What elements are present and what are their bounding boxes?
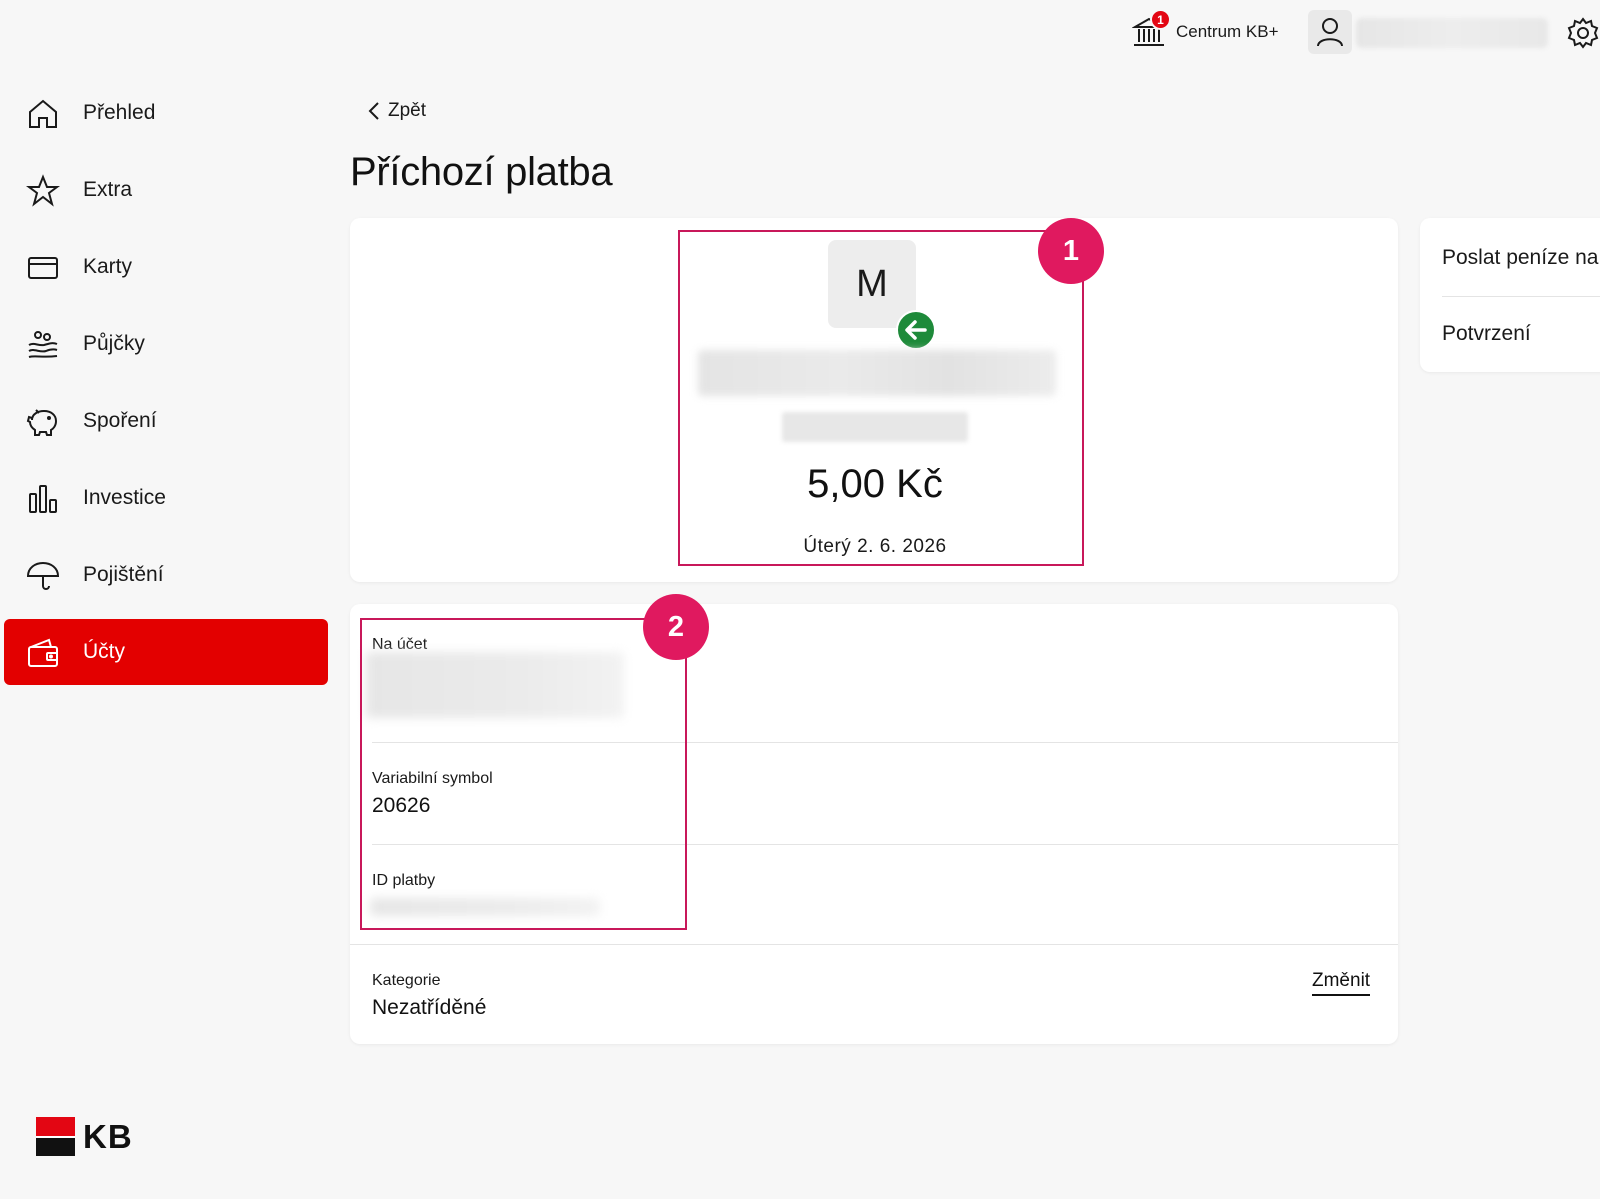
change-category-link[interactable]: Změnit bbox=[1312, 970, 1371, 996]
sidebar-item-label: Extra bbox=[83, 178, 133, 201]
account-value-redacted bbox=[366, 652, 624, 718]
card-icon bbox=[28, 257, 58, 279]
user-avatar[interactable] bbox=[1308, 10, 1352, 54]
send-money-action[interactable]: Poslat peníze na bbox=[1442, 246, 1598, 270]
sidebar-item-investice[interactable]: Investice bbox=[4, 465, 328, 531]
actions-card bbox=[1420, 218, 1600, 372]
sidebar-item-pujcky[interactable]: Půjčky bbox=[4, 311, 328, 377]
payment-id-label: ID platby bbox=[372, 872, 436, 889]
sidebar-item-sporeni[interactable]: Spoření bbox=[4, 388, 328, 454]
back-link[interactable]: Zpět bbox=[368, 100, 426, 122]
annotation-badge-1: 1 bbox=[1038, 218, 1104, 284]
category-label: Kategorie bbox=[372, 972, 441, 989]
sidebar-item-label: Investice bbox=[83, 486, 166, 509]
sidebar-item-label: Přehled bbox=[83, 101, 156, 124]
centrum-label: Centrum KB+ bbox=[1176, 22, 1279, 41]
sidebar-item-pojisteni[interactable]: Pojištění bbox=[4, 542, 328, 608]
sidebar-item-prehled[interactable]: Přehled bbox=[4, 80, 328, 146]
sidebar-item-label: Půjčky bbox=[83, 332, 145, 355]
sidebar-item-ucty[interactable]: Účty bbox=[4, 619, 328, 685]
piggy-bank-icon bbox=[26, 409, 58, 436]
centrum-kb-button[interactable]: 1 Centrum KB+ bbox=[1131, 9, 1279, 50]
page-title: Příchozí platba bbox=[350, 150, 613, 194]
loan-icon bbox=[28, 331, 58, 358]
divider bbox=[1442, 296, 1600, 297]
payment-amount: 5,00 Kč bbox=[807, 462, 943, 506]
variable-symbol-value: 20626 bbox=[372, 794, 431, 817]
divider bbox=[350, 944, 1398, 945]
kb-logo-text: KB bbox=[83, 1117, 133, 1155]
sidebar-item-label: Účty bbox=[83, 640, 125, 663]
incoming-arrow-icon bbox=[896, 310, 936, 350]
user-name-redacted bbox=[1356, 18, 1548, 48]
bank-icon: 1 bbox=[1131, 9, 1171, 49]
wallet-icon bbox=[28, 638, 58, 667]
annotation-badge-2: 2 bbox=[643, 594, 709, 660]
sidebar: Přehled Extra Karty Půjčky Spoření Inves… bbox=[0, 80, 330, 696]
home-icon bbox=[29, 99, 57, 128]
sidebar-item-extra[interactable]: Extra bbox=[4, 157, 328, 223]
top-bar: 1 Centrum KB+ bbox=[0, 0, 1600, 66]
sidebar-item-karty[interactable]: Karty bbox=[4, 234, 328, 300]
variable-symbol-label: Variabilní symbol bbox=[372, 770, 493, 787]
back-label: Zpět bbox=[388, 100, 427, 121]
counterparty-name-redacted bbox=[698, 350, 1056, 396]
sidebar-item-label: Karty bbox=[83, 255, 133, 278]
chevron-left-icon bbox=[368, 102, 379, 120]
category-value: Nezatříděné bbox=[372, 996, 487, 1019]
gear-icon bbox=[1567, 17, 1599, 49]
sidebar-item-label: Spoření bbox=[83, 409, 157, 432]
kb-logo-mark bbox=[36, 1117, 75, 1156]
star-icon bbox=[26, 174, 60, 207]
bar-chart-icon bbox=[29, 485, 57, 513]
divider bbox=[372, 844, 1398, 845]
sidebar-item-label: Pojištění bbox=[83, 563, 164, 586]
divider bbox=[372, 742, 1398, 743]
notification-badge: 1 bbox=[1150, 9, 1171, 30]
kb-logo: KB bbox=[36, 1117, 133, 1156]
payment-id-redacted bbox=[370, 898, 600, 916]
user-icon bbox=[1317, 18, 1343, 47]
umbrella-icon bbox=[26, 561, 60, 590]
counterparty-account-redacted bbox=[782, 412, 968, 442]
settings-button[interactable] bbox=[1566, 16, 1600, 50]
confirmation-action[interactable]: Potvrzení bbox=[1442, 322, 1531, 346]
payment-date: Úterý 2. 6. 2026 bbox=[803, 536, 947, 557]
